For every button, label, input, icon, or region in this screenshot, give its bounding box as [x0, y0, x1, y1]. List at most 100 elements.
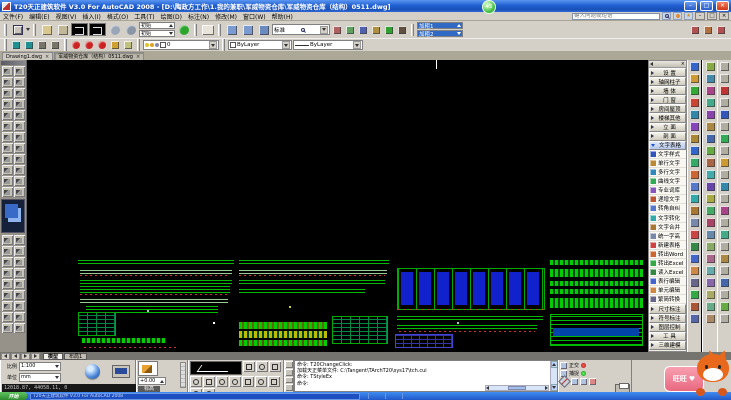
elev-up-icon[interactable] [160, 380, 164, 383]
cmd-curve-text[interactable]: 曲线文字 [649, 177, 686, 186]
menu-tools[interactable]: 工 具 [649, 332, 686, 341]
tab-drawing1[interactable]: Drawing1.dwg × [2, 52, 53, 60]
menu-item[interactable]: 标注(N) [185, 12, 212, 21]
doc-tab-close-icon[interactable]: × [45, 54, 49, 60]
redo-icon[interactable] [23, 40, 35, 51]
cmd-word-library[interactable]: 专业词库 [649, 186, 686, 195]
cmd-row-edit[interactable]: 表行编辑 [649, 277, 686, 286]
menu-item[interactable]: 绘图(D) [158, 12, 185, 21]
layer-manager-icon[interactable] [122, 40, 134, 51]
pan-icon[interactable] [36, 40, 48, 51]
tab-junwei-dwg[interactable]: 军威物资仓库（结构）0511.dwg × [54, 52, 144, 60]
spin-down-icon[interactable] [169, 32, 173, 35]
extend-icon[interactable] [14, 121, 25, 131]
start-button[interactable]: 开始 [0, 392, 27, 400]
black-preview-2[interactable] [89, 23, 106, 36]
collapse-icon[interactable] [650, 62, 653, 66]
hatch-edit-icon[interactable] [2, 187, 13, 197]
style-search-combo[interactable]: 标准 [272, 24, 330, 35]
move-icon[interactable] [14, 88, 25, 98]
zoom-window-icon[interactable] [107, 22, 122, 37]
gradient-icon[interactable] [2, 312, 13, 322]
snap-mode-10-button[interactable] [268, 376, 280, 387]
cmd-increment-text[interactable]: 递增文字 [649, 195, 686, 204]
rt-door-icon[interactable] [689, 109, 701, 120]
rb-plot-icon[interactable] [704, 85, 716, 96]
menu-stair-other[interactable]: 楼梯其他 [649, 113, 686, 122]
scroll-right-icon[interactable] [545, 386, 548, 390]
rt-wall-icon[interactable] [689, 85, 701, 96]
snap-mode-4-button[interactable] [190, 376, 202, 387]
scroll-down-icon[interactable] [551, 384, 558, 391]
menu-door-window[interactable]: 门 窗 [649, 95, 686, 104]
mleader-style-icon[interactable] [370, 24, 382, 35]
rb-model-icon[interactable] [704, 229, 716, 240]
snap-mode-8-button[interactable] [242, 376, 254, 387]
render-icon[interactable] [256, 22, 271, 37]
rc-tool-9-icon[interactable] [719, 157, 731, 168]
rc-tool-2-icon[interactable] [719, 73, 731, 84]
rb-lwt-icon[interactable] [704, 217, 716, 228]
unit-combo[interactable]: mm [19, 373, 61, 382]
spin-up-icon[interactable] [169, 24, 173, 27]
rc-tool-12-icon[interactable] [719, 193, 731, 204]
cmd-unify-height[interactable]: 统一字高 [649, 232, 686, 241]
rc-tool-4-icon[interactable] [719, 97, 731, 108]
rc-tool-18-icon[interactable] [719, 265, 731, 276]
toolbar-grip[interactable] [411, 24, 414, 36]
zoom-realtime-icon[interactable] [123, 22, 138, 37]
snap-mode-6-button[interactable] [216, 376, 228, 387]
cmd-traditional-convert[interactable]: 繁简转换 [649, 295, 686, 304]
sheet-manager-icon[interactable] [715, 24, 727, 35]
rc-tool-20-icon[interactable] [719, 289, 731, 300]
cmd-single-text[interactable]: 单行文字 [649, 159, 686, 168]
menu-item[interactable]: 窗口(W) [240, 12, 269, 21]
toolbar-grip[interactable] [4, 39, 7, 51]
tangent-logo-button[interactable] [10, 22, 25, 37]
rotate-icon[interactable] [2, 99, 13, 109]
toolbar-grip[interactable] [4, 24, 7, 36]
bold-combo-2[interactable]: 加粗2 [417, 30, 463, 37]
menu-item[interactable]: 修改(M) [212, 12, 240, 21]
linetype-combo-arrow-icon[interactable] [353, 41, 361, 49]
close-button[interactable]: × [716, 1, 729, 11]
rc-tool-21-icon[interactable] [719, 301, 731, 312]
tool-palettes-icon[interactable] [689, 24, 701, 35]
unit-combo-arrow-icon[interactable] [55, 376, 59, 379]
snap-mode-7-button[interactable] [229, 376, 241, 387]
rb-zoom-icon[interactable] [704, 97, 716, 108]
join-icon[interactable] [14, 132, 25, 142]
osnap-status-light[interactable] [581, 371, 586, 376]
rt-redo-icon[interactable] [689, 313, 701, 324]
circle-icon[interactable] [2, 268, 13, 278]
text-style-icon[interactable] [357, 24, 369, 35]
point-icon[interactable] [2, 301, 13, 311]
rt-grid-icon[interactable] [689, 61, 701, 72]
view-spinner-row-1[interactable]: 初始 [139, 22, 175, 29]
rc-tool-19-icon[interactable] [719, 277, 731, 288]
rt-undo-icon[interactable] [689, 301, 701, 312]
rc-tool-16-icon[interactable] [719, 241, 731, 252]
boundary-icon[interactable] [14, 176, 25, 186]
layer-combo-arrow-icon[interactable] [209, 41, 217, 49]
scroll-thumb[interactable] [508, 386, 526, 390]
scale-combo[interactable]: 1:100 [19, 362, 61, 371]
sigma-icon[interactable] [560, 362, 567, 369]
rt-render-icon[interactable] [689, 241, 701, 252]
taskbar-app-button[interactable]: T20天正建筑软件 V3.0 For AutoCAD 2008 [30, 393, 360, 400]
rb-otrack-icon[interactable] [704, 181, 716, 192]
view-spinner-row-2[interactable]: 初始 [139, 30, 175, 37]
rb-dyn-icon[interactable] [704, 205, 716, 216]
rt-symbol-icon[interactable] [689, 193, 701, 204]
rc-tool-7-icon[interactable] [719, 133, 731, 144]
rb-save-icon[interactable] [704, 73, 716, 84]
rc-tool-3-icon[interactable] [719, 85, 731, 96]
menu-section[interactable]: 剖 面 [649, 132, 686, 141]
table-style-icon[interactable] [344, 24, 356, 35]
layout-preview-button[interactable] [200, 22, 215, 37]
fillet-icon[interactable] [14, 143, 25, 153]
copy-icon[interactable] [14, 66, 25, 76]
snap-mode-5-button[interactable] [203, 376, 215, 387]
erase-icon[interactable] [2, 66, 13, 76]
rt-roof-icon[interactable] [689, 145, 701, 156]
